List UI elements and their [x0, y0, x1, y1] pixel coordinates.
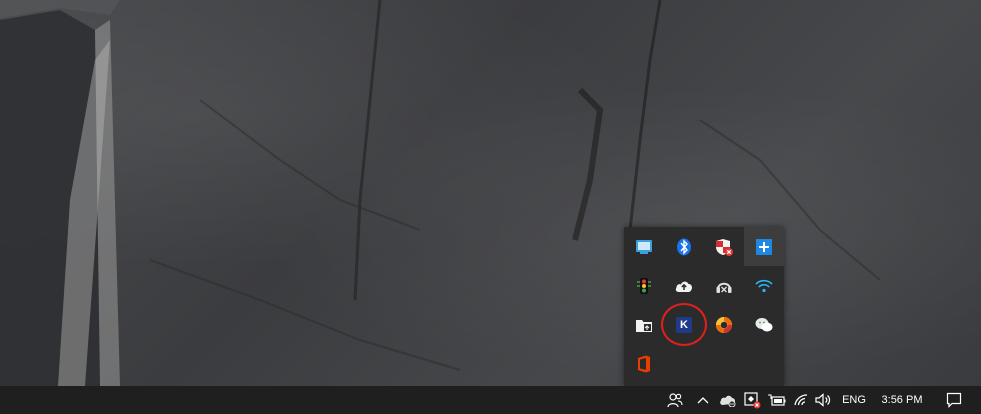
defender-tray-button[interactable] — [741, 386, 763, 414]
office-tray-item[interactable] — [624, 344, 664, 383]
tray-overflow-flyout: K — [624, 227, 784, 386]
headset-tray-item[interactable] — [704, 266, 744, 305]
traffic-light-tray-item[interactable] — [624, 266, 664, 305]
wechat-icon — [755, 317, 773, 331]
wifi-icon — [794, 394, 808, 406]
security-alert-icon — [744, 392, 761, 409]
people-icon — [667, 393, 683, 408]
taskbar: ENG 3:56 PM — [0, 386, 981, 414]
network-adapter-tray-item[interactable] — [624, 227, 664, 266]
show-hidden-icons-button[interactable] — [694, 386, 712, 414]
folder-sync-tray-item[interactable] — [624, 305, 664, 344]
network-button[interactable] — [790, 386, 812, 414]
k-app-tray-item[interactable]: K — [664, 305, 704, 344]
network-adapter-icon — [636, 239, 652, 254]
battery-plug-icon — [768, 394, 786, 406]
input-language-button[interactable]: ENG — [838, 386, 870, 414]
wifi-icon — [755, 279, 773, 292]
bluetooth-tray-item[interactable] — [664, 227, 704, 266]
clock-time: 3:56 PM — [881, 394, 923, 406]
onedrive-tray-button[interactable] — [716, 386, 740, 414]
input-language-label: ENG — [842, 394, 866, 406]
cloud-upload-tray-item[interactable] — [664, 266, 704, 305]
wifi-tray-item[interactable] — [744, 266, 784, 305]
power-tray-button[interactable] — [766, 386, 788, 414]
people-button[interactable] — [662, 386, 688, 414]
desktop-wallpaper — [0, 0, 981, 386]
wechat-tray-item[interactable] — [744, 305, 784, 344]
rock-texture — [0, 0, 881, 386]
plus-app-tray-item[interactable] — [744, 227, 784, 266]
security-tray-item[interactable] — [704, 227, 744, 266]
speaker-icon — [815, 393, 831, 407]
k-app-label: K — [680, 318, 688, 331]
clock-button[interactable]: 3:56 PM — [872, 386, 932, 414]
headset-icon — [716, 282, 732, 293]
security-shield-alert-icon — [716, 238, 733, 256]
cloud-upload-icon — [675, 281, 693, 292]
lifebuoy-tray-item[interactable] — [704, 305, 744, 344]
k-app-icon: K — [676, 316, 692, 333]
plus-app-icon — [756, 238, 772, 255]
office-icon — [638, 355, 650, 372]
cloud-sync-icon — [720, 395, 736, 407]
folder-sync-icon — [636, 319, 652, 332]
notification-icon — [946, 392, 962, 408]
chevron-up-icon — [697, 397, 709, 404]
lifebuoy-icon — [716, 316, 732, 333]
action-center-button[interactable] — [938, 386, 970, 414]
bluetooth-icon — [677, 238, 691, 255]
traffic-light-icon — [637, 277, 651, 294]
volume-button[interactable] — [813, 386, 835, 414]
